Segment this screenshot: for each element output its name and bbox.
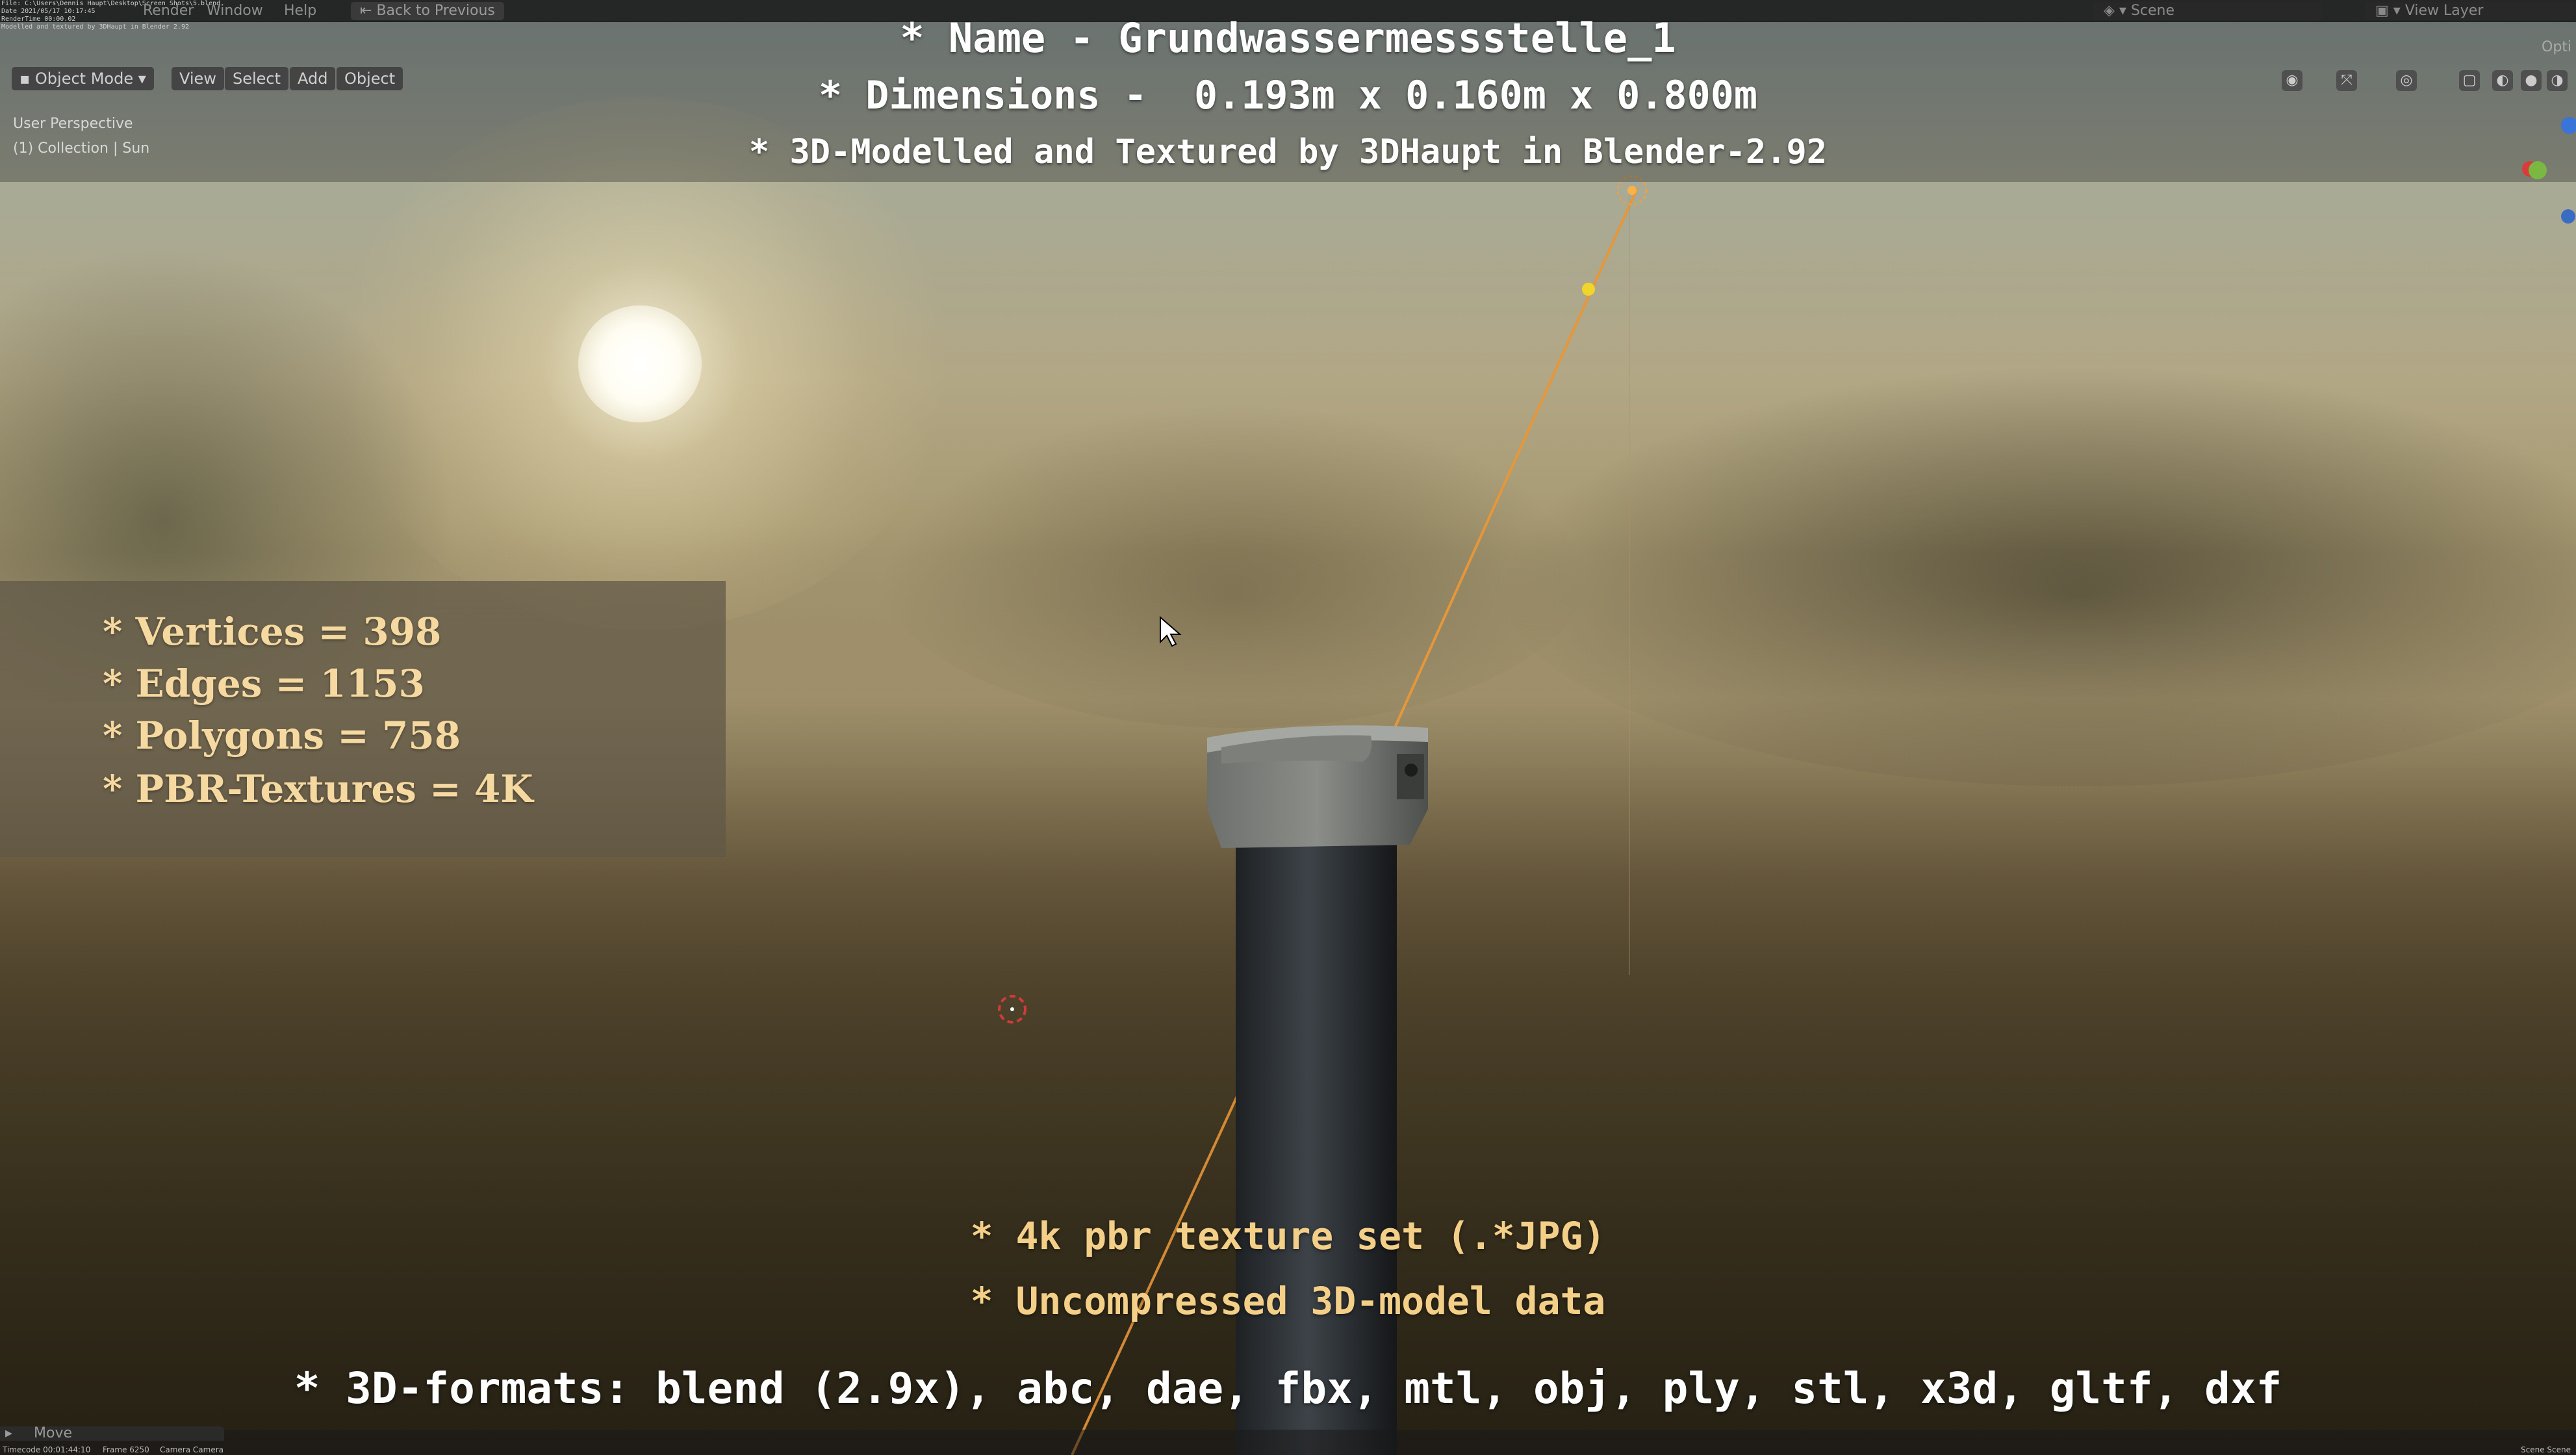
credits-line: * 3D-Modelled and Textured by 3DHaupt in… [748, 133, 1828, 172]
formats-line: * 3D-formats: blend (2.9x), abc, dae, fb… [294, 1363, 2282, 1413]
navigation-gizmo-icon[interactable] [2514, 110, 2576, 240]
z-axis-icon[interactable] [2561, 117, 2576, 134]
last-operator-panel[interactable]: ▸ Move [0, 1426, 224, 1441]
edges-stat: * Edges = 1153 [103, 662, 425, 706]
camera-label: Camera Camera [160, 1445, 223, 1454]
polygons-stat: * Polygons = 758 [103, 714, 461, 758]
negative-z-axis-icon[interactable] [2561, 209, 2575, 224]
scene-status-label: Scene Scene [2521, 1445, 2571, 1454]
cursor-arrow-icon [1160, 616, 1182, 647]
frame-label: Frame 6250 [103, 1445, 149, 1454]
feature-uncompressed-data: * Uncompressed 3D-model data [970, 1279, 1606, 1323]
status-bar: Timecode 00:01:44:10 Frame 6250 Camera C… [0, 1430, 2576, 1455]
timecode-label: Timecode 00:01:44:10 [3, 1445, 91, 1454]
model-name-line: * Name - Grundwassermessstelle_1 [900, 14, 1676, 62]
well-model[interactable] [1207, 725, 1428, 1455]
expand-icon: ▸ [5, 1425, 13, 1441]
feature-texture-set: * 4k pbr texture set (.*JPG) [970, 1214, 1606, 1258]
vertices-stat: * Vertices = 398 [103, 610, 442, 654]
3d-cursor-icon[interactable] [998, 995, 1027, 1024]
light-target-handle[interactable] [1582, 283, 1595, 296]
dimensions-line: * Dimensions - 0.193m x 0.160m x 0.800m [819, 73, 1757, 118]
textures-stat: * PBR-Textures = 4K [103, 767, 533, 811]
last-operator-label: Move [34, 1425, 72, 1441]
sun-direction-line [1389, 188, 1639, 738]
